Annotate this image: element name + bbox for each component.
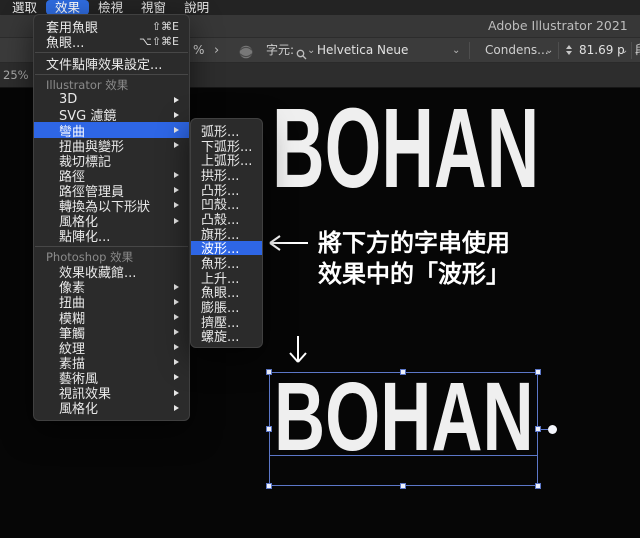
warp-submenu: 弧形... 下弧形... 上弧形... 拱形... 凸形... 凹殼... 凸殼… bbox=[190, 118, 263, 349]
opacity-percent-suffix: % bbox=[193, 43, 205, 57]
effects-menu-item[interactable]: 文件點陣效果設定... bbox=[34, 56, 189, 74]
window-title: Adobe Illustrator 2021 bbox=[488, 18, 628, 33]
selection-extension-line bbox=[540, 429, 548, 430]
menubar-item-label: 視窗 bbox=[141, 0, 167, 15]
effects-menu-item[interactable]: 裁切標記 bbox=[34, 153, 189, 170]
font-family-field[interactable]: Helvetica Neue bbox=[317, 38, 408, 63]
effects-menu-item[interactable]: 筆觸 bbox=[34, 325, 189, 342]
menubar: 選取 效果 檢視 視窗 說明 bbox=[0, 0, 640, 15]
menubar-item[interactable]: 效果 bbox=[46, 0, 90, 15]
selection-handle-bottom-left[interactable] bbox=[266, 483, 272, 489]
submenu-arrow-icon bbox=[173, 374, 179, 381]
menu-item-label: 風格化 bbox=[59, 402, 99, 418]
effects-menu-item[interactable]: 魚眼... ⌥⇧⌘E bbox=[34, 34, 189, 52]
effects-menu-item[interactable]: 像素 bbox=[34, 279, 189, 296]
menu-item-label: 魚眼... bbox=[46, 36, 85, 52]
submenu-arrow-icon bbox=[173, 172, 179, 179]
more-options-chevron-icon[interactable]: › bbox=[214, 38, 219, 63]
effects-menu-item[interactable] bbox=[35, 52, 188, 54]
selection-inner-edge bbox=[269, 455, 538, 456]
submenu-arrow-icon bbox=[173, 202, 179, 209]
selection-handle-top-right[interactable] bbox=[535, 369, 541, 375]
effects-menu-item[interactable]: 素描 bbox=[34, 355, 189, 372]
recolor-artwork-icon[interactable] bbox=[239, 43, 253, 59]
submenu-arrow-icon bbox=[173, 389, 179, 396]
toolbar-divider bbox=[469, 42, 470, 59]
menubar-item[interactable]: 視窗 bbox=[132, 0, 175, 15]
menubar-item-label: 說明 bbox=[184, 0, 210, 15]
selection-handle-top-center[interactable] bbox=[400, 369, 406, 375]
selection-bounding-box[interactable] bbox=[269, 372, 538, 486]
menu-item-label: 文件點陣效果設定... bbox=[46, 58, 163, 74]
selection-handle-bottom-center[interactable] bbox=[400, 483, 406, 489]
selection-handle-bottom-right[interactable] bbox=[535, 483, 541, 489]
effects-menu-item[interactable] bbox=[35, 246, 188, 248]
effects-menu-item[interactable]: 扭曲 bbox=[34, 294, 189, 311]
annotation-text: 將下方的字串使用 效果中的「波形」 bbox=[318, 228, 510, 290]
annotation-line-2: 效果中的「波形」 bbox=[318, 260, 510, 288]
warp-submenu-item[interactable]: 螺旋... bbox=[191, 329, 262, 346]
menubar-item-label: 選取 bbox=[12, 0, 38, 15]
selection-handle-mid-left[interactable] bbox=[266, 426, 272, 432]
font-size-field[interactable]: 81.69 p bbox=[579, 38, 625, 63]
submenu-arrow-icon bbox=[173, 314, 179, 321]
menubar-item[interactable]: 選取 bbox=[3, 0, 46, 15]
submenu-arrow-icon bbox=[173, 359, 179, 366]
annotation-line-1: 將下方的字串使用 bbox=[318, 229, 510, 257]
menu-item-shortcut: ⇧⌘E bbox=[151, 20, 179, 34]
submenu-arrow-icon bbox=[173, 111, 179, 118]
illustrator-window: 選取 效果 檢視 視窗 說明 Adobe Illustrator 2021 ⌄ … bbox=[0, 0, 640, 538]
menu-item-shortcut: ⌥⇧⌘E bbox=[139, 35, 179, 49]
submenu-arrow-icon bbox=[174, 96, 179, 103]
search-icon bbox=[296, 44, 307, 60]
headline-text-object[interactable]: BOHAN bbox=[272, 92, 539, 205]
effects-menu-item[interactable]: 模糊 bbox=[34, 310, 189, 327]
font-style-field[interactable]: Condens... bbox=[485, 38, 549, 63]
submenu-arrow-icon bbox=[173, 298, 179, 305]
submenu-arrow-icon bbox=[173, 142, 179, 149]
effects-menu-item[interactable]: 藝術風 bbox=[34, 370, 189, 387]
font-style-chevron-icon[interactable]: ⌄ bbox=[545, 38, 553, 63]
submenu-arrow-icon bbox=[173, 127, 179, 134]
menubar-item-label: 效果 bbox=[55, 0, 81, 15]
menu-item-label: Illustrator 效果 bbox=[46, 78, 129, 93]
selection-round-handle[interactable] bbox=[548, 425, 557, 434]
effects-menu-item[interactable]: 風格化 bbox=[34, 213, 189, 230]
submenu-arrow-icon bbox=[173, 329, 179, 336]
submenu-arrow-icon bbox=[173, 187, 179, 194]
submenu-arrow-icon bbox=[173, 404, 179, 411]
effects-menu-item[interactable]: 紋理 bbox=[34, 340, 189, 357]
selection-handle-top-left[interactable] bbox=[266, 369, 272, 375]
toolbar-divider bbox=[558, 42, 559, 59]
submenu-arrow-icon bbox=[173, 344, 179, 351]
effects-menu: 套用魚眼 ⇧⌘E 魚眼... ⌥⇧⌘E 文件點陣效果設定... Illustra… bbox=[33, 14, 190, 422]
submenu-arrow-icon bbox=[173, 283, 179, 290]
effects-menu-item[interactable]: 視訊效果 bbox=[34, 385, 189, 402]
paragraph-label-clipped: 段 bbox=[635, 38, 640, 63]
font-search-chevron-icon[interactable]: ⌄ bbox=[307, 38, 315, 63]
left-arrow-icon bbox=[269, 235, 308, 251]
effects-menu-item[interactable]: 扭曲與變形 bbox=[34, 138, 189, 155]
effects-menu-item[interactable]: SVG 濾鏡 bbox=[34, 107, 189, 124]
toolbar-divider bbox=[631, 42, 632, 59]
effects-menu-item[interactable]: 風格化 bbox=[34, 400, 189, 418]
menu-item-label: 點陣化... bbox=[59, 230, 111, 246]
effects-menu-item[interactable] bbox=[35, 74, 188, 76]
character-label: 字元: bbox=[266, 43, 295, 57]
font-size-chevron-icon[interactable]: ⌄ bbox=[620, 38, 628, 63]
submenu-arrow-icon bbox=[173, 217, 179, 224]
effects-menu-item[interactable]: 點陣化... bbox=[34, 228, 189, 246]
menubar-item-label: 檢視 bbox=[98, 0, 124, 15]
selection-handle-mid-right[interactable] bbox=[535, 426, 541, 432]
effects-menu-item[interactable]: 效果收藏館... bbox=[34, 264, 189, 281]
menu-item-label: 螺旋... bbox=[201, 330, 240, 346]
font-family-chevron-icon[interactable]: ⌄ bbox=[452, 38, 460, 63]
font-size-stepper-icon[interactable] bbox=[566, 45, 572, 56]
effects-menu-item[interactable]: Illustrator 效果 bbox=[34, 78, 189, 92]
menubar-item[interactable]: 說明 bbox=[175, 0, 218, 15]
menubar-item[interactable]: 檢視 bbox=[89, 0, 132, 15]
effects-menu-item[interactable]: 轉換為以下形狀 bbox=[34, 198, 189, 215]
